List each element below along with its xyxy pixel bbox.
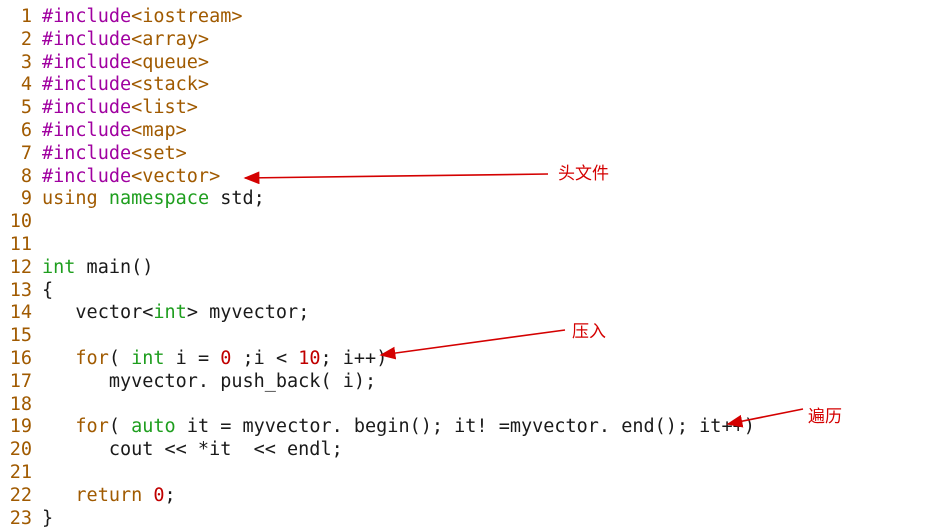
arrow-to-push-loop xyxy=(379,329,566,360)
arrow-to-traverse-loop xyxy=(726,408,804,428)
annotation-arrows xyxy=(243,171,804,428)
arrow-to-include-vector xyxy=(243,171,549,185)
